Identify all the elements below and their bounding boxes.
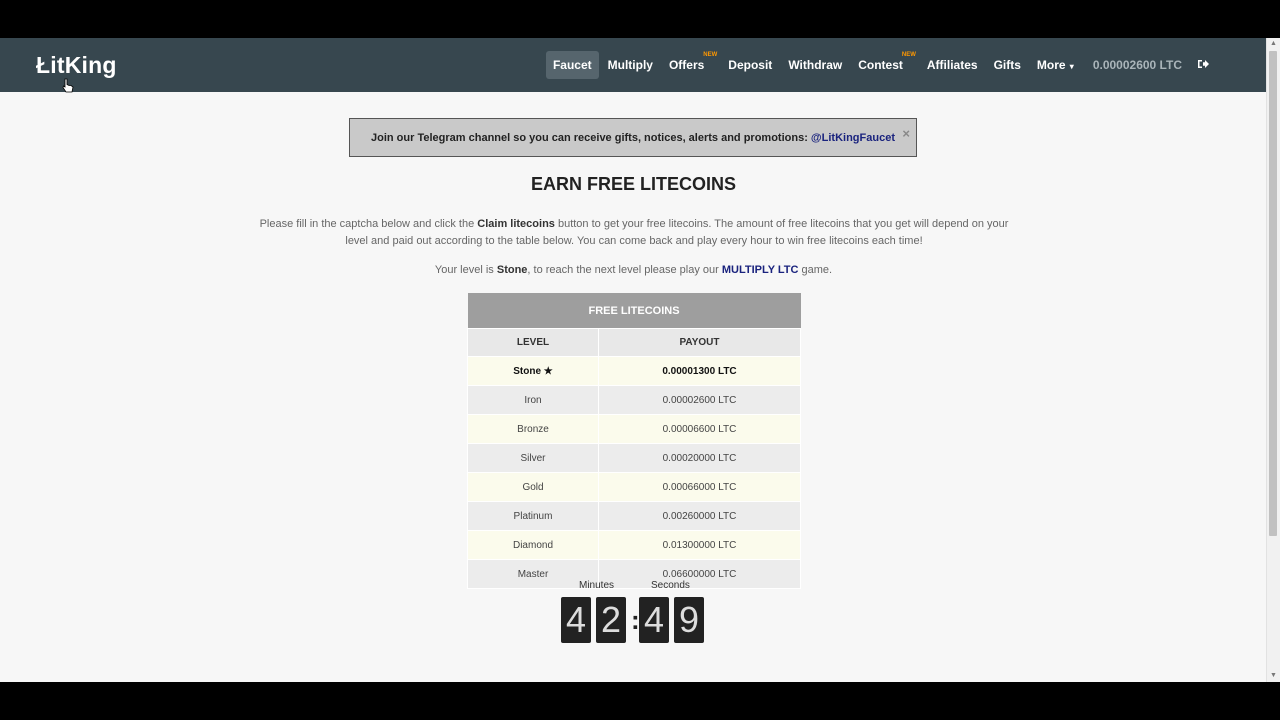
nav-gifts[interactable]: Gifts (987, 51, 1028, 79)
timer-digit: 9 (674, 597, 704, 643)
timer-digit: 2 (596, 597, 626, 643)
payout-table: FREE LITECOINS LEVEL PAYOUT Stone ★ 0.00… (467, 293, 801, 589)
level-info: Your level is Stone, to reach the next l… (434, 264, 833, 276)
scrollbar-thumb[interactable] (1269, 51, 1277, 536)
brand-logo[interactable]: ŁitKing (36, 52, 117, 79)
claim-button-ref: Claim litecoins (477, 218, 555, 230)
minutes-label: Minutes (579, 580, 615, 591)
table-row: Gold 0.00066000 LTC (467, 472, 801, 502)
nav-affiliates[interactable]: Affiliates (920, 51, 985, 79)
nav-multiply[interactable]: Multiply (601, 51, 660, 79)
timer-separator: : (631, 604, 640, 635)
close-icon[interactable]: × (902, 115, 910, 153)
nav-withdraw[interactable]: Withdraw (781, 51, 849, 79)
table-row: Iron 0.00002600 LTC (467, 385, 801, 415)
table-row: Silver 0.00020000 LTC (467, 443, 801, 473)
top-navbar: ŁitKing Faucet Multiply Offers NEW Deposi… (0, 38, 1267, 93)
scroll-up-icon[interactable]: ▲ (1267, 38, 1280, 50)
caret-down-icon: ▾ (1067, 62, 1074, 71)
scroll-down-icon[interactable]: ▼ (1267, 670, 1280, 682)
telegram-notice: Join our Telegram channel so you can rec… (349, 118, 917, 157)
new-badge: NEW (703, 52, 718, 58)
hand-cursor-icon (62, 78, 74, 93)
table-row: Platinum 0.00260000 LTC (467, 501, 801, 531)
nav-contest[interactable]: Contest NEW (851, 51, 916, 79)
current-level: Stone (496, 264, 528, 276)
table-row: Master 0.06600000 LTC (467, 559, 801, 589)
multiply-link[interactable]: MULTIPLY LTC (722, 264, 799, 276)
browser-viewport: ŁitKing Faucet Multiply Offers NEW Deposi… (0, 38, 1280, 682)
page-scrollbar[interactable]: ▲ ▼ (1266, 38, 1280, 682)
nav-faucet[interactable]: Faucet (545, 51, 599, 79)
timer-digit: 4 (639, 597, 669, 643)
table-row: Bronze 0.00006600 LTC (467, 414, 801, 444)
nav-more-dropdown[interactable]: More ▾ (1030, 51, 1081, 79)
page-title: EARN FREE LITECOINS (530, 174, 736, 194)
nav-deposit[interactable]: Deposit (721, 51, 779, 79)
countdown-timer: 4 2 : 4 9 (561, 597, 709, 643)
telegram-link[interactable]: @LitKingFaucet (811, 132, 895, 144)
column-header-payout: PAYOUT (598, 328, 801, 357)
star-icon: ★ (543, 365, 553, 377)
table-title: FREE LITECOINS (467, 293, 801, 329)
seconds-label: Seconds (651, 580, 690, 591)
intro-paragraph: Please fill in the captcha below and cli… (259, 218, 1009, 247)
nav-offers[interactable]: Offers NEW (662, 51, 717, 79)
timer-digit: 4 (561, 597, 591, 643)
column-header-level: LEVEL (467, 328, 599, 357)
main-nav: Faucet Multiply Offers NEW Deposit Withdr… (544, 51, 1217, 79)
table-row: Stone ★ 0.00001300 LTC (467, 356, 801, 386)
balance-display: 0.00002600 LTC (1092, 58, 1182, 72)
table-row: Diamond 0.01300000 LTC (467, 530, 801, 560)
sign-out-icon[interactable] (1190, 51, 1217, 79)
new-badge: NEW (901, 52, 916, 58)
